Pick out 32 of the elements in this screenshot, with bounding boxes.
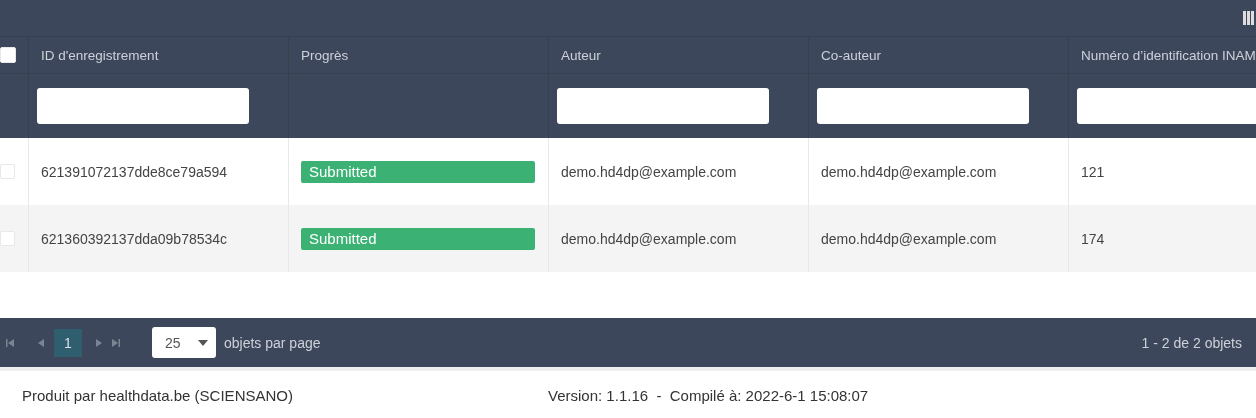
version-text: Version: 1.1.16 - Compilé à: 2022-6-1 15:08:07 xyxy=(548,386,869,404)
columns-icon[interactable] xyxy=(1243,11,1254,25)
page-size-label: objets par page xyxy=(224,334,321,351)
select-all-checkbox[interactable] xyxy=(0,47,16,63)
column-header[interactable]: Progrès xyxy=(301,47,349,63)
previous-page-icon[interactable] xyxy=(38,338,44,347)
table-cell: demo.hd4dp@example.com xyxy=(561,230,737,247)
column-header[interactable]: ID d'enregistrement xyxy=(41,47,159,63)
column-header[interactable]: Auteur xyxy=(561,47,601,63)
table-cell: 621391072137dde8ce79a594 xyxy=(41,163,228,180)
first-page-icon[interactable] xyxy=(6,338,14,347)
column-header[interactable]: Numéro d’identification INAM xyxy=(1081,47,1256,63)
status-bar: Submitted xyxy=(301,160,535,183)
producer-text: Produit par healthdata.be (SCIENSANO) xyxy=(22,386,294,404)
table-cell: demo.hd4dp@example.com xyxy=(821,230,997,247)
last-page-icon[interactable] xyxy=(112,338,120,347)
table-cell: 621360392137dda09b78534c xyxy=(41,230,228,247)
status-bar: Submitted xyxy=(301,227,535,250)
table-cell: demo.hd4dp@example.com xyxy=(821,163,997,180)
filter-field[interactable] xyxy=(1077,88,1256,124)
table-cell: demo.hd4dp@example.com xyxy=(561,163,737,180)
table-cell: 121 xyxy=(1081,163,1105,180)
next-page-icon[interactable] xyxy=(96,338,102,347)
filter-field[interactable] xyxy=(817,88,1029,124)
caret-icon xyxy=(198,339,208,346)
filter-field[interactable] xyxy=(557,88,769,124)
page-size-dropdown[interactable]: 25 xyxy=(152,327,216,358)
column-header[interactable]: Co-auteur xyxy=(821,47,882,63)
page-button[interactable]: 1 xyxy=(54,328,82,357)
table-cell: 174 xyxy=(1081,230,1105,247)
filter-field[interactable] xyxy=(37,88,249,124)
pager-summary: 1 - 2 de 2 objets xyxy=(1141,334,1242,351)
